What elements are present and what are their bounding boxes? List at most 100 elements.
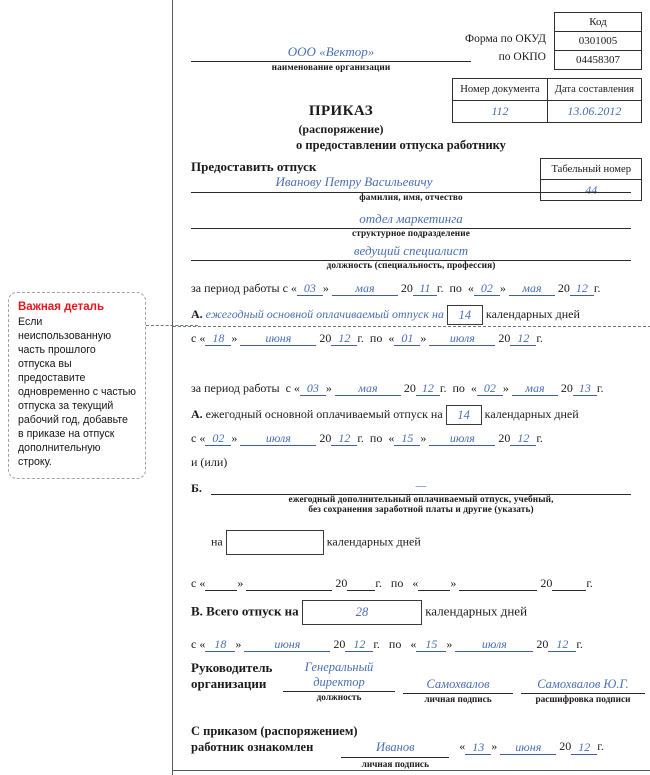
leave1-from-day: 18 [205, 332, 232, 346]
section-a-letter-2: А. [191, 406, 203, 421]
ys-l2b: г. [536, 431, 543, 445]
organization-block: ООО «Вектор» наименование организации [191, 44, 471, 73]
from-label-2: с [285, 381, 291, 395]
signature-decode-value: Самохвалов Ю.Г. [521, 677, 645, 694]
signature-position-line2: директор [283, 675, 395, 692]
callout-connector-line [146, 325, 198, 326]
section-v-to-year: 12 [548, 638, 577, 652]
leave1-to-day: 01 [394, 332, 421, 346]
leave1-from-month: июня [240, 332, 317, 346]
leave2-to-year: 12 [510, 432, 537, 446]
leave-dates-row-1: с «18» июня 20 12 г. по «01» июля 20 12 г. [191, 331, 543, 346]
ys-bb: г. [586, 576, 593, 590]
page-title-sub: (распоряжение) [298, 122, 384, 136]
year-suffix-1b: г. [593, 281, 601, 295]
section-b-na-label: на [211, 534, 223, 549]
work-period-row-1: за период работы с «03» мая 20 11 г. по «0… [191, 281, 600, 296]
acknowledgement-sign-caption: личная подпись [361, 759, 429, 770]
organization-caption: наименование организации [271, 63, 391, 73]
to-label-leave-1: по [369, 331, 383, 345]
from-label-v: с [191, 637, 197, 651]
ys-2a: г. [439, 381, 447, 395]
signature-decode-caption: расшифровка подписи [535, 695, 631, 705]
employee-fio-value: Иванову Петру Васильевичу [275, 174, 433, 189]
okpo-label: по ОКПО [498, 51, 546, 63]
section-b-from-month[interactable] [246, 577, 333, 591]
work-period-row-2: за период работы с «03» мая 20 12 г. по «0… [191, 381, 603, 396]
q-c-2b: » [502, 381, 509, 395]
acknowledgement-sign-value: Иванов [341, 739, 450, 758]
leave2-from-month: июля [240, 432, 317, 446]
yp-bb: 20 [540, 576, 553, 590]
document-number-header: Номер документа [452, 78, 548, 101]
q-c-ba: » [237, 576, 244, 590]
leave1-from-year: 12 [331, 332, 358, 346]
employee-position-value: ведущий специалист [353, 243, 469, 258]
from-label-1: с [282, 281, 288, 295]
yp-l2a: 20 [319, 431, 332, 445]
q-c-l2b: » [420, 431, 427, 445]
leave-dates-row-2: с «02» июля 20 12 г. по «15» июля 20 12 г. [191, 431, 543, 446]
period2-to-day: 02 [476, 382, 503, 396]
section-b-from-day[interactable] [205, 577, 238, 591]
ys-vb: г. [576, 637, 583, 651]
employee-position-caption: должность (специальность, профессия) [326, 261, 496, 271]
section-v-days-label: календарных дней [425, 603, 528, 619]
section-b-days-row: на календарных дней [211, 530, 421, 555]
yp-ba: 20 [335, 576, 348, 590]
section-b-to-day[interactable] [418, 577, 451, 591]
okud-value: 0301005 [554, 31, 642, 51]
yp-l1b: 20 [498, 331, 511, 345]
period2-from-day: 03 [299, 382, 326, 396]
code-table: Код 0301005 04458307 [554, 12, 642, 70]
section-b-caption-1: ежегодный дополнительный оплачиваемый от… [288, 495, 554, 505]
section-b-to-year[interactable] [552, 577, 587, 591]
section-b-days-input[interactable] [225, 530, 324, 555]
callout-title: Важная деталь [18, 301, 105, 313]
ack-q-c: » [491, 739, 498, 754]
signature-value: Самохвалов [403, 677, 513, 694]
signature-caption: личная подпись [424, 695, 492, 705]
section-v-label: Всего отпуск на [206, 603, 299, 619]
from-label-b: с [191, 576, 197, 590]
section-a-row-1: А. ежегодный основной оплачиваемый отпус… [191, 305, 580, 325]
leave1-to-month: июля [429, 332, 496, 346]
section-v-from-year: 12 [345, 638, 374, 652]
year-prefix-1b: 20 [557, 281, 570, 295]
period1-from-month: мая [331, 282, 398, 296]
to-label-b: по [390, 576, 404, 590]
callout-text: Если неиспользованную часть прошлого отп… [18, 316, 136, 469]
period1-from-day: 03 [296, 282, 323, 296]
section-b-days-label: календарных дней [326, 534, 421, 549]
okud-label: Форма по ОКУД [465, 33, 546, 45]
section-b-from-year[interactable] [347, 577, 376, 591]
bottom-rule [173, 770, 650, 771]
acknowledgement-year: 12 [571, 741, 598, 755]
section-b-dates-row: с « » 20 г. по « » 20 г. [191, 576, 593, 591]
section-a-days-1: 14 [446, 305, 483, 325]
yp-2b: 20 [560, 381, 573, 395]
from-label-leave-2: с [191, 431, 197, 445]
period1-from-year: 11 [412, 282, 437, 296]
yp-va: 20 [333, 637, 346, 651]
organization-name: ООО «Вектор» [287, 44, 375, 59]
q-c-l2a: » [231, 431, 238, 445]
yp-l1a: 20 [319, 331, 332, 345]
signature-position-line1: Генеральный [304, 660, 374, 674]
code-header: Код [554, 12, 642, 32]
section-v-to-month: июля [455, 638, 534, 652]
quote-close-1b: » [499, 281, 506, 295]
to-label-1: по [449, 281, 462, 295]
section-a-days-2: 14 [445, 405, 482, 425]
yp-vb: 20 [536, 637, 549, 651]
period2-from-month: мая [334, 382, 401, 396]
and-or-label: и (или) [191, 455, 228, 469]
leave2-from-year: 12 [331, 432, 358, 446]
section-v-row: В. Всего отпуск на 28 календарных дней [191, 600, 527, 625]
leave2-to-month: июля [429, 432, 496, 446]
acknowledgement-line1: С приказом (распоряжением) [191, 724, 358, 738]
to-label-2: по [452, 381, 465, 395]
period2-from-year: 12 [415, 382, 440, 396]
quote-close-1a: » [322, 281, 329, 295]
section-b-to-month[interactable] [459, 577, 538, 591]
